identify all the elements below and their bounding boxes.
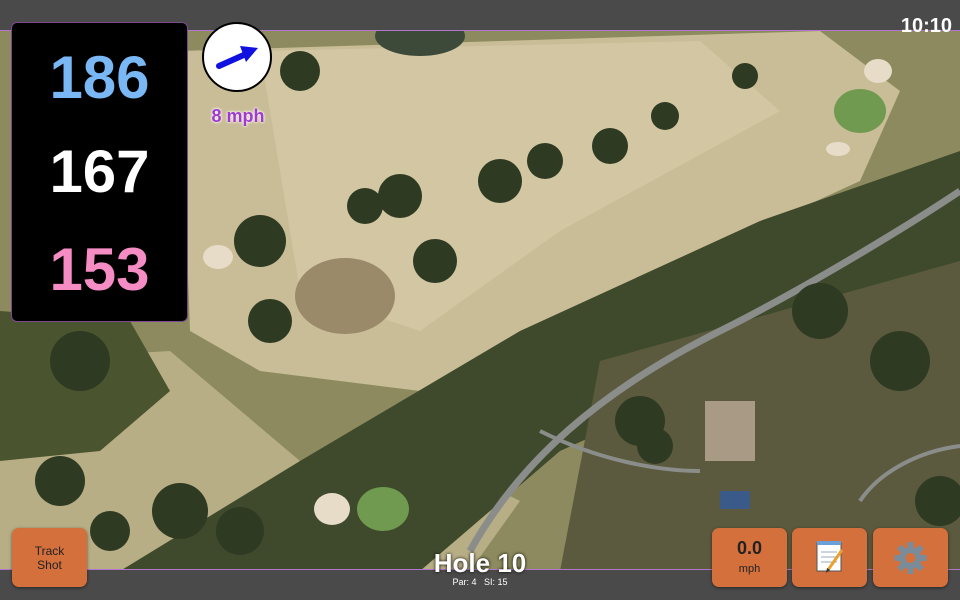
notes-button[interactable] — [792, 528, 867, 587]
hole-info: Par: 4 SI: 15 — [400, 577, 560, 587]
hole-title: Hole 10 — [433, 548, 527, 578]
speed-unit: mph — [738, 563, 761, 575]
hole-par: Par: 4 — [452, 577, 477, 587]
track-shot-label: Track Shot — [12, 528, 87, 572]
speed-button[interactable]: 0.0 mph — [712, 528, 787, 587]
arrow-icon — [216, 46, 258, 69]
gear-icon — [894, 542, 927, 574]
distance-panel: 186 167 153 — [11, 22, 188, 322]
back-distance: 186 — [49, 44, 150, 111]
middle-distance: 167 — [49, 138, 150, 205]
clock: 10:10 — [900, 15, 952, 37]
speed-value: 0.0 — [736, 538, 763, 558]
hole-stroke-index: SI: 15 — [484, 577, 508, 587]
notepad-icon — [816, 541, 844, 573]
front-distance: 153 — [49, 236, 150, 303]
track-shot-button[interactable]: Track Shot — [12, 528, 87, 587]
wind-speed-label: 8 mph — [211, 106, 265, 126]
track-shot-line2: Shot — [37, 558, 62, 572]
wind-indicator — [202, 22, 272, 92]
settings-button[interactable] — [873, 528, 948, 587]
track-shot-line1: Track — [34, 544, 65, 558]
